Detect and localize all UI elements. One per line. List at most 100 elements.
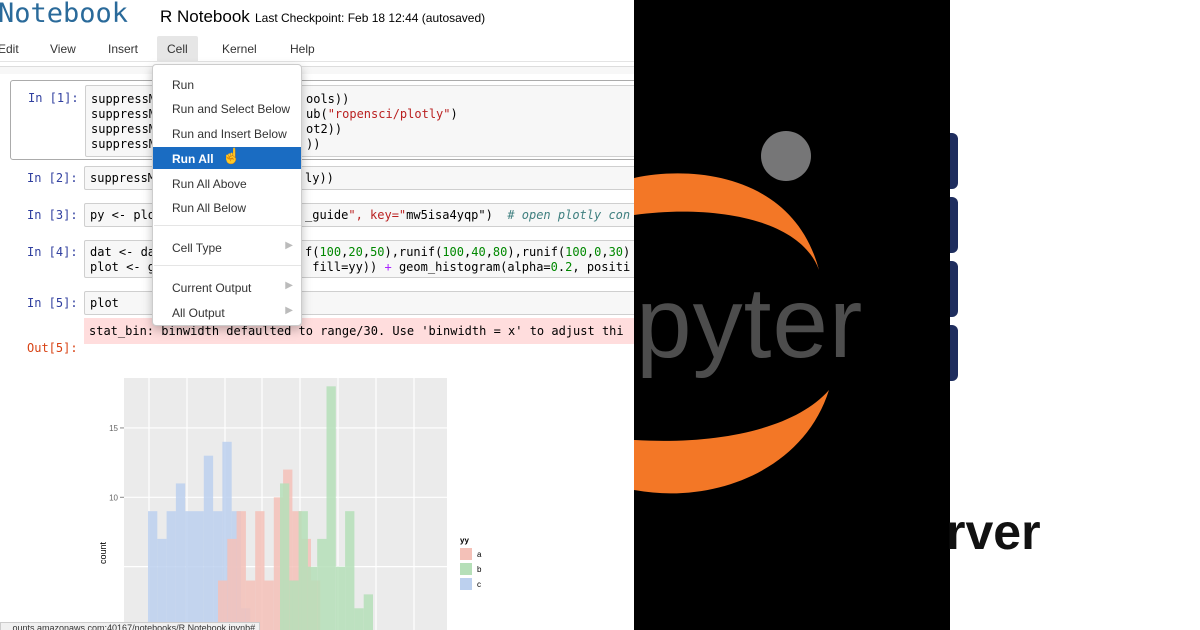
logo-orange-arc-bottom [634,390,829,494]
legend-label: a [477,550,482,559]
menu-cell[interactable]: Cell [157,36,198,62]
side-tab[interactable] [950,261,958,317]
menu-item-all-output[interactable]: All Output ▶ [153,301,301,323]
cell-prompt: In [5]: [27,296,78,310]
code-line-tail: ly)) [305,171,334,185]
histogram-bar [227,538,237,630]
submenu-arrow-icon: ▶ [285,305,293,316]
code-line: plot <- g [90,260,156,274]
code-line: suppressM [91,137,157,151]
menu-insert[interactable]: Insert [108,42,138,56]
code-cell-5[interactable]: In [5]: plot [10,291,634,319]
output-prompt: Out[5]: [27,341,78,355]
menu-item-label: Run and Select Below [172,102,291,116]
code-line: py <- plo [90,208,156,222]
code-line-tail: fill=yy)) + geom_histogram(alpha=0.2, po… [305,260,631,274]
toolbar-separator [0,66,634,74]
y-axis: 10 15 [109,424,124,502]
histogram-bar [317,538,327,630]
jupyter-logo-panel: pyter [634,0,950,630]
menu-item-label: All Output [172,306,225,320]
menu-item-label: Run All [172,152,214,166]
histogram-bar [354,608,364,630]
histogram-bar [148,511,158,630]
y-tick-label: 15 [109,424,118,433]
y-tick-label: 10 [109,493,118,502]
code-cell-1[interactable]: In [1]: suppressM suppressM suppressM su… [10,80,634,160]
histogram-bar [236,511,246,630]
histogram-bar [175,483,186,630]
legend-title: yy [460,536,469,545]
histogram-bar [345,511,355,630]
histogram-bar [255,511,265,630]
menu-item-run-all-below[interactable]: Run All Below [153,196,301,218]
menu-item-cell-type[interactable]: Cell Type ▶ [153,236,301,258]
checkpoint-status: Last Checkpoint: Feb 18 12:44 (autosaved… [255,11,486,25]
menu-divider [154,225,301,226]
notebook-window: Notebook R Notebook Last Checkpoint: Feb… [0,0,634,630]
code-line-tail: ools)) [306,92,350,106]
histogram-bar [326,386,336,630]
code-line-tail: )) [306,137,321,151]
status-bar-url: ...ounts.amazonaws.com:40167/notebooks/R… [0,622,261,630]
menu-item-label: Run [172,78,195,92]
code-cell-3[interactable]: In [3]: py <- plo _guide", key="mw5isa4y… [10,203,634,231]
cell-prompt: In [3]: [27,208,78,222]
code-line: suppressM [90,171,156,185]
menu-item-current-output[interactable]: Current Output ▶ [153,276,301,298]
histogram-bar [289,580,299,630]
cell-prompt: In [2]: [27,171,78,185]
menu-help[interactable]: Help [290,42,315,56]
hand-cursor-icon: ☝ [222,148,241,165]
submenu-arrow-icon: ▶ [285,240,293,251]
y-axis-label: count [98,541,108,564]
right-panel: rver [946,0,1200,630]
legend-label: b [477,565,482,574]
histogram-bar [307,566,318,630]
code-line: suppressM [91,122,157,136]
menu-edit[interactable]: Edit [0,42,19,56]
code-line: plot [90,296,119,310]
histogram-bar [185,511,195,630]
code-line: suppressM [91,107,157,121]
histogram-bar [157,538,167,630]
menu-item-label: Run All Above [172,177,247,191]
code-cell-4[interactable]: In [4]: dat <- da plot <- g f(100,20,50)… [10,240,634,282]
legend-swatch [460,563,472,575]
logo-orange-arc-top [634,173,819,270]
menu-item-label: Cell Type [172,241,222,255]
menu-item-run-and-select-below[interactable]: Run and Select Below [153,97,301,119]
side-tab[interactable] [950,197,958,253]
notebook-title[interactable]: R Notebook [160,7,250,27]
menu-item-run[interactable]: Run [153,73,301,95]
histogram-bar [203,455,214,630]
logo-wordmark: pyter [636,267,864,379]
menu-view[interactable]: View [50,42,76,56]
histogram-bar [363,594,373,630]
histogram-bar [280,483,290,630]
histogram-bar [264,580,274,630]
cell-menu-dropdown: Run Run and Select Below Run and Insert Be… [152,64,302,326]
side-tab[interactable] [950,325,958,381]
code-line-tail: ub("ropensci/plotly") [306,107,458,121]
histogram-bar [335,566,346,630]
menu-item-label: Run All Below [172,201,247,215]
cell-prompt: In [4]: [27,245,78,259]
histogram-bar [166,511,176,630]
histogram-bar [194,511,204,630]
menu-item-run-and-insert-below[interactable]: Run and Insert Below [153,122,301,144]
legend-label: c [477,580,481,589]
histogram-bar [298,511,308,630]
right-panel-text: rver [946,504,1041,560]
side-tab[interactable] [950,133,958,189]
submenu-arrow-icon: ▶ [285,280,293,291]
plot-legend: yyabc [460,536,482,590]
cell-prompt: In [1]: [28,91,79,105]
code-line-tail: f(100,20,50),runif(100,40,80),runif(100,… [305,245,631,259]
menu-item-run-all-above[interactable]: Run All Above [153,172,301,194]
code-cell-2[interactable]: In [2]: suppressM ly)) [10,166,634,194]
legend-swatch [460,548,472,560]
menu-kernel[interactable]: Kernel [222,42,257,56]
code-line: suppressM [91,92,157,106]
menu-item-label: Run and Insert Below [172,127,287,141]
